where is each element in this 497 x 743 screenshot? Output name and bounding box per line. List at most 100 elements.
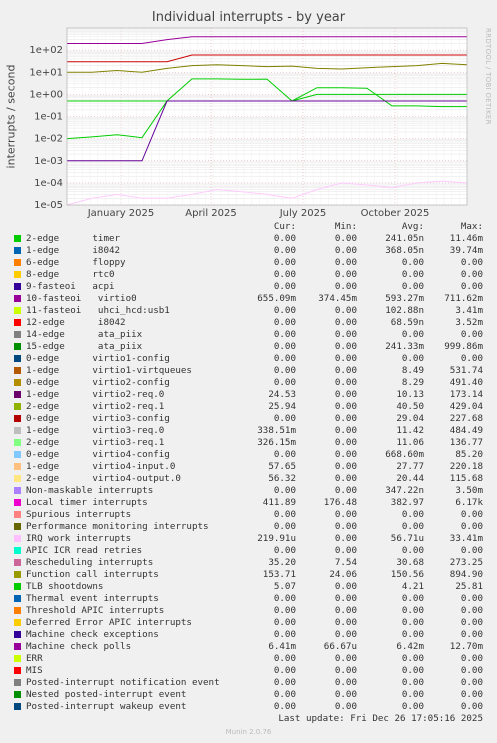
legend-cur: 153.71 [226,569,296,580]
legend-name: 2-edge virtio4-output.0 [26,473,181,484]
legend-cur: 0.00 [226,317,296,328]
legend-max: 0.00 [413,665,483,676]
legend-swatch [14,703,21,710]
legend-max: 0.00 [413,353,483,364]
legend-cur: 0.00 [226,257,296,268]
legend-cur: 0.00 [226,689,296,700]
legend-cur: 0.00 [226,521,296,532]
legend-cur: 0.00 [226,329,296,340]
legend-max: 0.00 [413,281,483,292]
legend-max: 136.77 [413,437,483,448]
legend-max: 6.17k [413,497,483,508]
legend-max: 33.41m [413,533,483,544]
legend-cur: 0.00 [226,593,296,604]
legend-min: 176.48 [287,497,357,508]
legend-max: 39.74m [413,245,483,256]
legend-cur: 219.91u [226,533,296,544]
legend-name: 12-edge i8042 [26,317,126,328]
legend-max: 711.62m [413,293,483,304]
legend-min: 0.00 [287,521,357,532]
legend-max: 491.40 [413,377,483,388]
legend-cur: 0.00 [226,449,296,460]
y-tick-label: 1e-02 [34,134,63,145]
legend-max: 3.41m [413,305,483,316]
legend-min: 0.00 [287,305,357,316]
legend-min: 0.00 [287,629,357,640]
legend-swatch [14,415,21,422]
legend-row: TLB shootdowns5.070.004.2125.81 [0,581,497,593]
legend-cur: 0.00 [226,509,296,520]
legend-min: 0.00 [287,677,357,688]
legend-cur: 24.53 [226,389,296,400]
chart-plot: 1e+021e+011e+001e-011e-021e-031e-041e-05… [0,0,497,221]
legend-row: 1-edge virtio3-req.0338.51m0.0011.42484.… [0,425,497,437]
legend-max: 999.86m [413,341,483,352]
legend-row: 0-edge virtio4-config0.000.00668.60m85.2… [0,449,497,461]
legend-min: 0.00 [287,665,357,676]
x-tick-label: October 2025 [361,208,430,219]
legend-row: 1-edge virtio4-input.057.650.0027.77220.… [0,461,497,473]
legend-swatch [14,631,21,638]
legend-max: 227.68 [413,413,483,424]
x-tick-label: April 2025 [185,208,236,219]
legend-swatch [14,523,21,530]
legend-min: 0.00 [287,509,357,520]
legend-swatch [14,307,21,314]
legend-cur: 338.51m [226,425,296,436]
legend-swatch [14,259,21,266]
legend-max: 3.52m [413,317,483,328]
legend-name: APIC ICR read retries [26,545,142,556]
legend-name: Local timer interrupts [26,497,148,508]
legend-cur: 326.15m [226,437,296,448]
legend-max: 531.74 [413,365,483,376]
legend-swatch [14,583,21,590]
legend-cur: 0.00 [226,233,296,244]
legend-name: 11-fasteoi uhci_hcd:usb1 [26,305,170,316]
legend-max: 12.70m [413,641,483,652]
munin-version: Munin 2.0.76 [0,728,497,736]
legend-cur: 0.00 [226,677,296,688]
legend-row: 0-edge virtio1-config0.000.000.000.00 [0,353,497,365]
legend-row: 11-fasteoi uhci_hcd:usb10.000.00102.88n3… [0,305,497,317]
legend-name: 2-edge timer [26,233,120,244]
legend-row: Performance monitoring interrupts0.000.0… [0,521,497,533]
legend-cur: 0.00 [226,353,296,364]
legend-swatch [14,379,21,386]
legend-swatch [14,619,21,626]
legend-name: Function call interrupts [26,569,159,580]
y-tick-label: 1e-03 [34,156,63,167]
legend-name: Thermal event interrupts [26,593,159,604]
legend-row: 0-edge virtio3-config0.000.0029.04227.68 [0,413,497,425]
legend-row: Thermal event interrupts0.000.000.000.00 [0,593,497,605]
header-min: Min: [287,221,357,232]
legend-cur: 0.00 [226,545,296,556]
legend-swatch [14,427,21,434]
legend-row: 14-edge ata_piix0.000.000.000.00 [0,329,497,341]
legend-name: Nested posted-interrupt event [26,689,186,700]
legend-min: 0.00 [287,329,357,340]
legend-swatch [14,247,21,254]
x-tick-label: January 2025 [87,208,155,219]
legend-cur: 57.65 [226,461,296,472]
legend-name: 1-edge virtio4-input.0 [26,461,175,472]
legend-row: Posted-interrupt notification event0.000… [0,677,497,689]
y-tick-label: 1e+00 [29,89,63,100]
x-ticks: January 2025April 2025July 2025October 2… [87,208,430,219]
legend-max: 429.04 [413,401,483,412]
legend-swatch [14,667,21,674]
legend-row: Spurious interrupts0.000.000.000.00 [0,509,497,521]
legend-min: 0.00 [287,533,357,544]
legend-swatch [14,283,21,290]
legend-swatch [14,451,21,458]
legend-name: Deferred Error APIC interrupts [26,617,192,628]
legend-min: 0.00 [287,701,357,712]
legend-name: 0-edge virtio1-config [26,353,170,364]
legend-row: Machine check polls6.41m66.67u6.42m12.70… [0,641,497,653]
legend-swatch [14,475,21,482]
legend-name: 0-edge virtio4-config [26,449,170,460]
legend-swatch [14,535,21,542]
legend-name: TLB shootdowns [26,581,103,592]
legend-max: 0.00 [413,701,483,712]
legend-min: 0.00 [287,689,357,700]
legend-row: APIC ICR read retries0.000.000.000.00 [0,545,497,557]
